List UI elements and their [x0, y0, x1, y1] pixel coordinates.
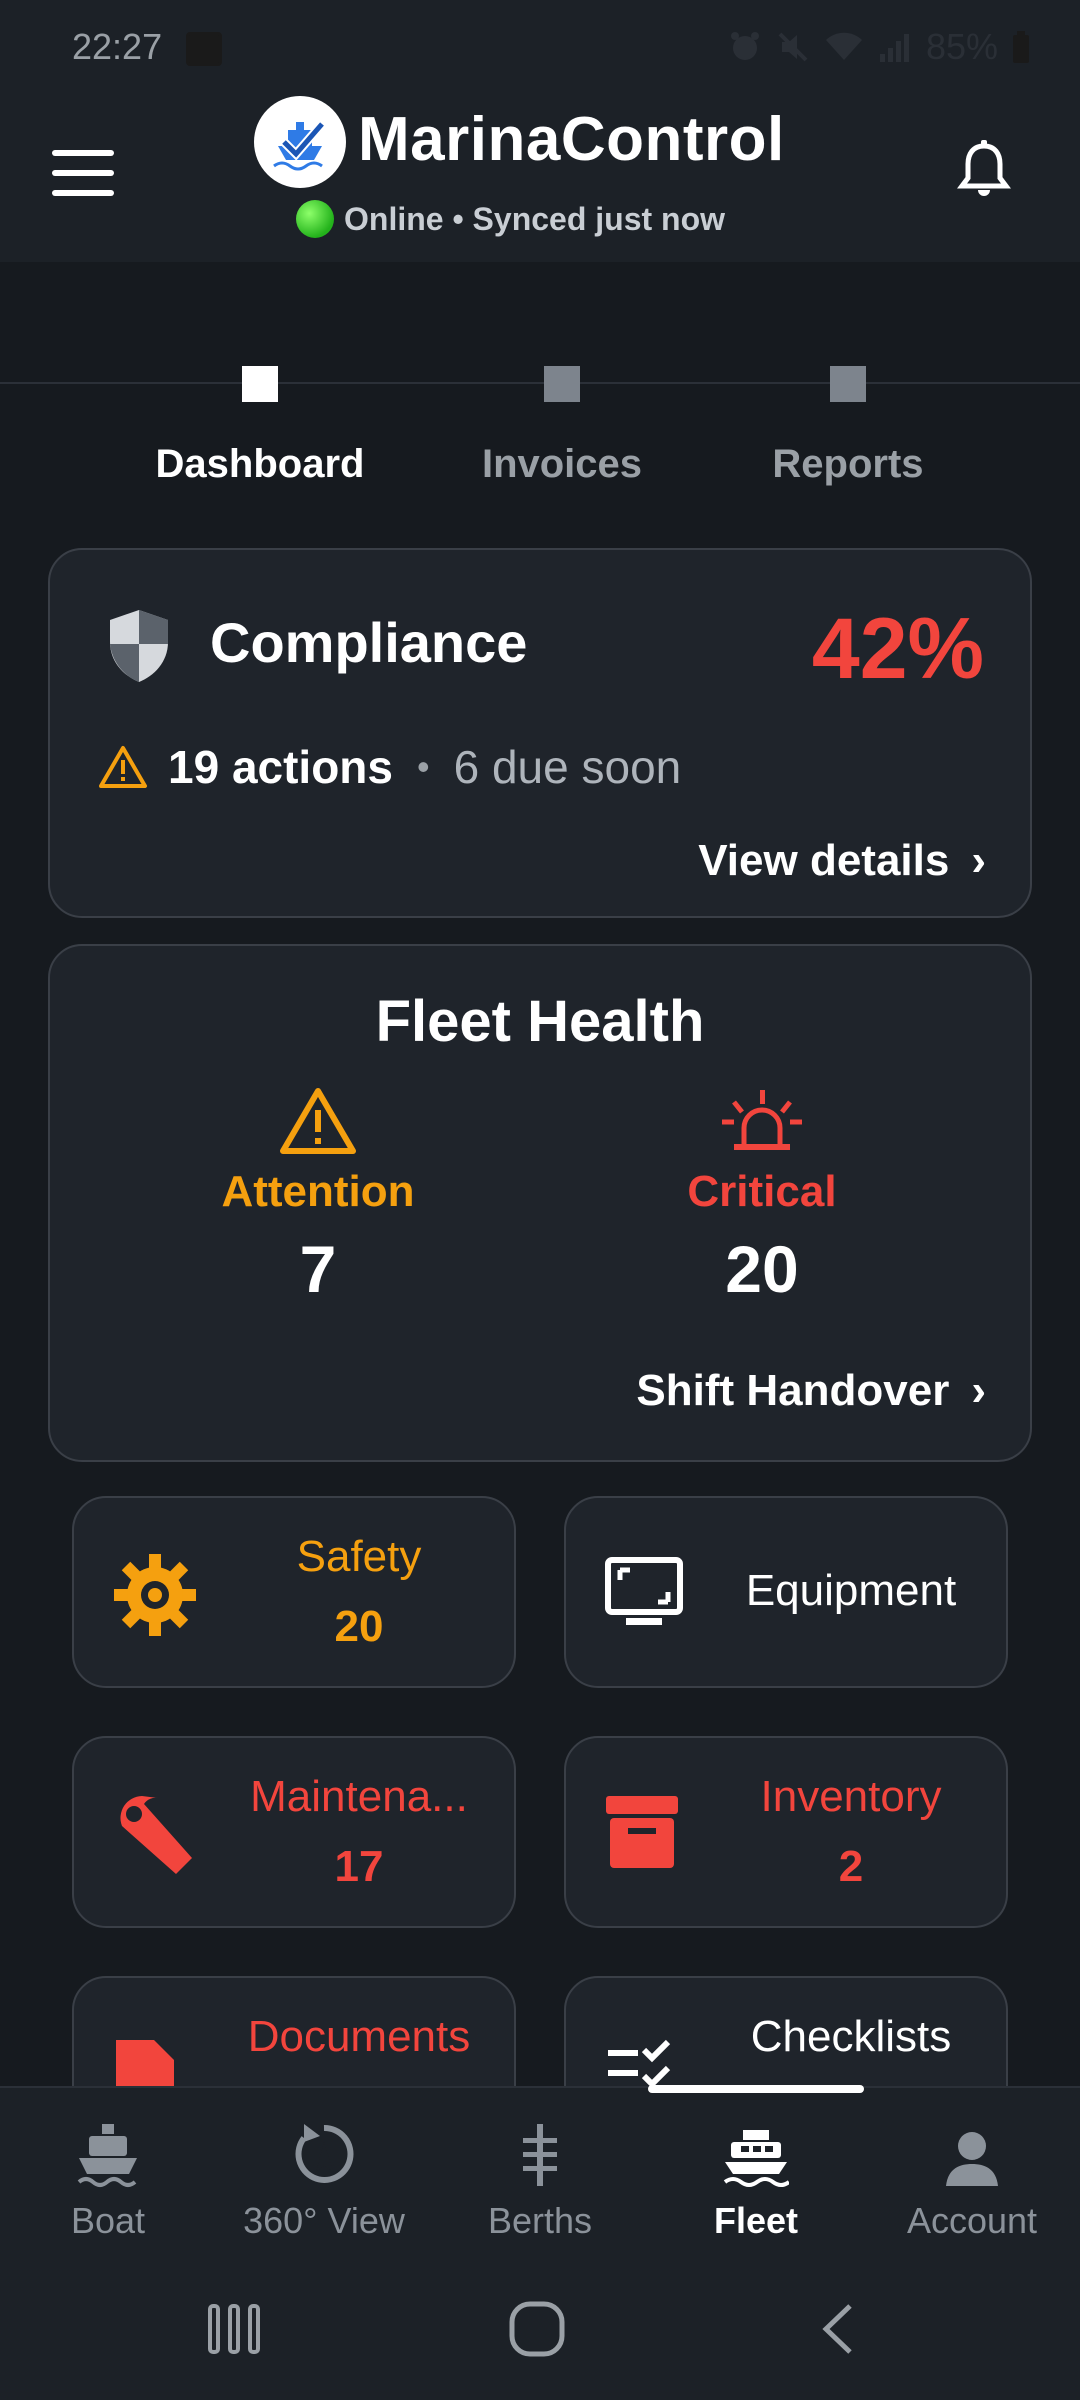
nav-360-view[interactable]: 360° View	[216, 2114, 432, 2242]
tab-label: Dashboard	[155, 442, 365, 486]
battery-icon	[1013, 31, 1029, 63]
alarm-icon	[730, 32, 759, 60]
due-soon-count: 6 due soon	[453, 741, 682, 793]
battery-percent: 85%	[925, 26, 998, 67]
compliance-title: Compliance	[210, 611, 528, 674]
critical-label: Critical	[687, 1167, 837, 1216]
nav-label: 360° View	[243, 2200, 405, 2241]
tile-label: Equipment	[745, 1566, 957, 1615]
top-tabs: Dashboard Invoices Reports	[0, 262, 1080, 512]
tile-equipment[interactable]: Equipment	[564, 1496, 1008, 1688]
tab-indicator	[830, 366, 866, 402]
shift-handover-link[interactable]: Shift Handover ›	[636, 1366, 986, 1416]
compliance-summary: 19 actions • 6 due soon	[98, 740, 681, 794]
nav-label: Berths	[487, 2200, 593, 2241]
tile-count: 17	[334, 1842, 384, 1891]
siren-icon	[722, 1090, 802, 1150]
gear-warning-icon	[114, 1554, 196, 1636]
tile-label: Documents	[247, 2012, 471, 2061]
system-navigation-bar	[0, 2256, 1080, 2400]
nav-label: Fleet	[713, 2200, 799, 2241]
menu-icon[interactable]	[52, 150, 114, 196]
status-icons: 85%	[728, 26, 1030, 68]
nav-boat[interactable]: Boat	[0, 2114, 216, 2242]
tab-reports[interactable]: Reports	[748, 366, 948, 487]
attention-count: 7	[299, 1232, 337, 1306]
tab-label: Reports	[772, 442, 924, 486]
tab-indicator	[544, 366, 580, 402]
chevron-right-icon: ›	[971, 1366, 986, 1415]
recent-apps-icon[interactable]	[206, 2302, 262, 2356]
chevron-right-icon: ›	[971, 836, 986, 885]
account-icon	[946, 2132, 998, 2186]
nav-label: Account	[906, 2200, 1038, 2241]
warning-icon	[99, 746, 147, 788]
tile-safety[interactable]: Safety 20	[72, 1496, 516, 1688]
shield-icon	[110, 610, 168, 682]
status-time: 22:27	[72, 26, 163, 67]
monitor-icon	[605, 1557, 683, 1625]
boat-icon	[77, 2124, 137, 2187]
wifi-icon	[825, 32, 862, 60]
separator-dot: •	[417, 746, 430, 787]
app-title: MarinaControl	[358, 105, 785, 174]
actions-count: 19 actions	[168, 741, 393, 793]
critical-stat[interactable]: Critical 20	[612, 1086, 912, 1307]
app-bar: MarinaControl Online • Synced just now	[0, 96, 1080, 262]
bottom-navigation: Boat 360° View Berths Fleet Account	[0, 2086, 1080, 2258]
tile-label: Maintena...	[250, 1772, 468, 1821]
tab-dashboard[interactable]: Dashboard	[150, 366, 370, 487]
fleet-icon	[723, 2130, 789, 2187]
wrench-icon	[120, 1796, 192, 1874]
nav-fleet[interactable]: Fleet	[648, 2114, 864, 2242]
sync-status-text: Online • Synced just now	[344, 200, 726, 237]
status-bar: 22:27 85%	[0, 0, 1080, 96]
fleet-health-title: Fleet Health	[375, 989, 705, 1054]
shift-handover-label: Shift Handover	[636, 1366, 950, 1415]
signal-icon	[879, 34, 909, 62]
tab-indicator	[242, 366, 278, 402]
nav-account[interactable]: Account	[864, 2114, 1080, 2242]
rotate-360-icon	[295, 2124, 354, 2183]
tile-label: Checklists	[750, 2012, 952, 2061]
tile-count: 20	[334, 1602, 384, 1651]
image-notification-icon	[186, 32, 222, 66]
notifications-bell-icon[interactable]	[956, 140, 1012, 200]
sync-status: Online • Synced just now	[296, 200, 725, 238]
active-tab-underline	[648, 2085, 864, 2093]
app-logo	[254, 96, 346, 188]
attention-stat[interactable]: Attention 7	[168, 1086, 468, 1307]
tile-maintenance[interactable]: Maintena... 17	[72, 1736, 516, 1928]
tile-label: Safety	[296, 1532, 422, 1581]
home-icon[interactable]	[508, 2300, 566, 2358]
berths-icon	[523, 2124, 557, 2186]
tab-label: Invoices	[481, 442, 643, 486]
tile-label: Inventory	[760, 1772, 942, 1821]
archive-box-icon	[606, 1796, 678, 1868]
back-icon[interactable]	[818, 2302, 858, 2356]
critical-count: 20	[725, 1232, 799, 1306]
view-details-link[interactable]: View details ›	[698, 836, 986, 886]
online-status-icon	[296, 200, 334, 238]
warning-icon	[280, 1088, 356, 1154]
tile-count: 2	[838, 1842, 864, 1891]
fleet-health-card: Fleet Health Attention 7 Critical 20 Shi…	[48, 944, 1032, 1462]
compliance-percent: 42%	[811, 601, 984, 697]
tile-inventory[interactable]: Inventory 2	[564, 1736, 1008, 1928]
view-details-label: View details	[698, 836, 950, 885]
nav-berths[interactable]: Berths	[432, 2114, 648, 2242]
nav-label: Boat	[70, 2200, 146, 2241]
compliance-card[interactable]: Compliance 42% 19 actions • 6 due soon V…	[48, 548, 1032, 918]
mute-icon	[778, 32, 808, 62]
attention-label: Attention	[221, 1167, 415, 1216]
tab-invoices[interactable]: Invoices	[462, 366, 662, 487]
